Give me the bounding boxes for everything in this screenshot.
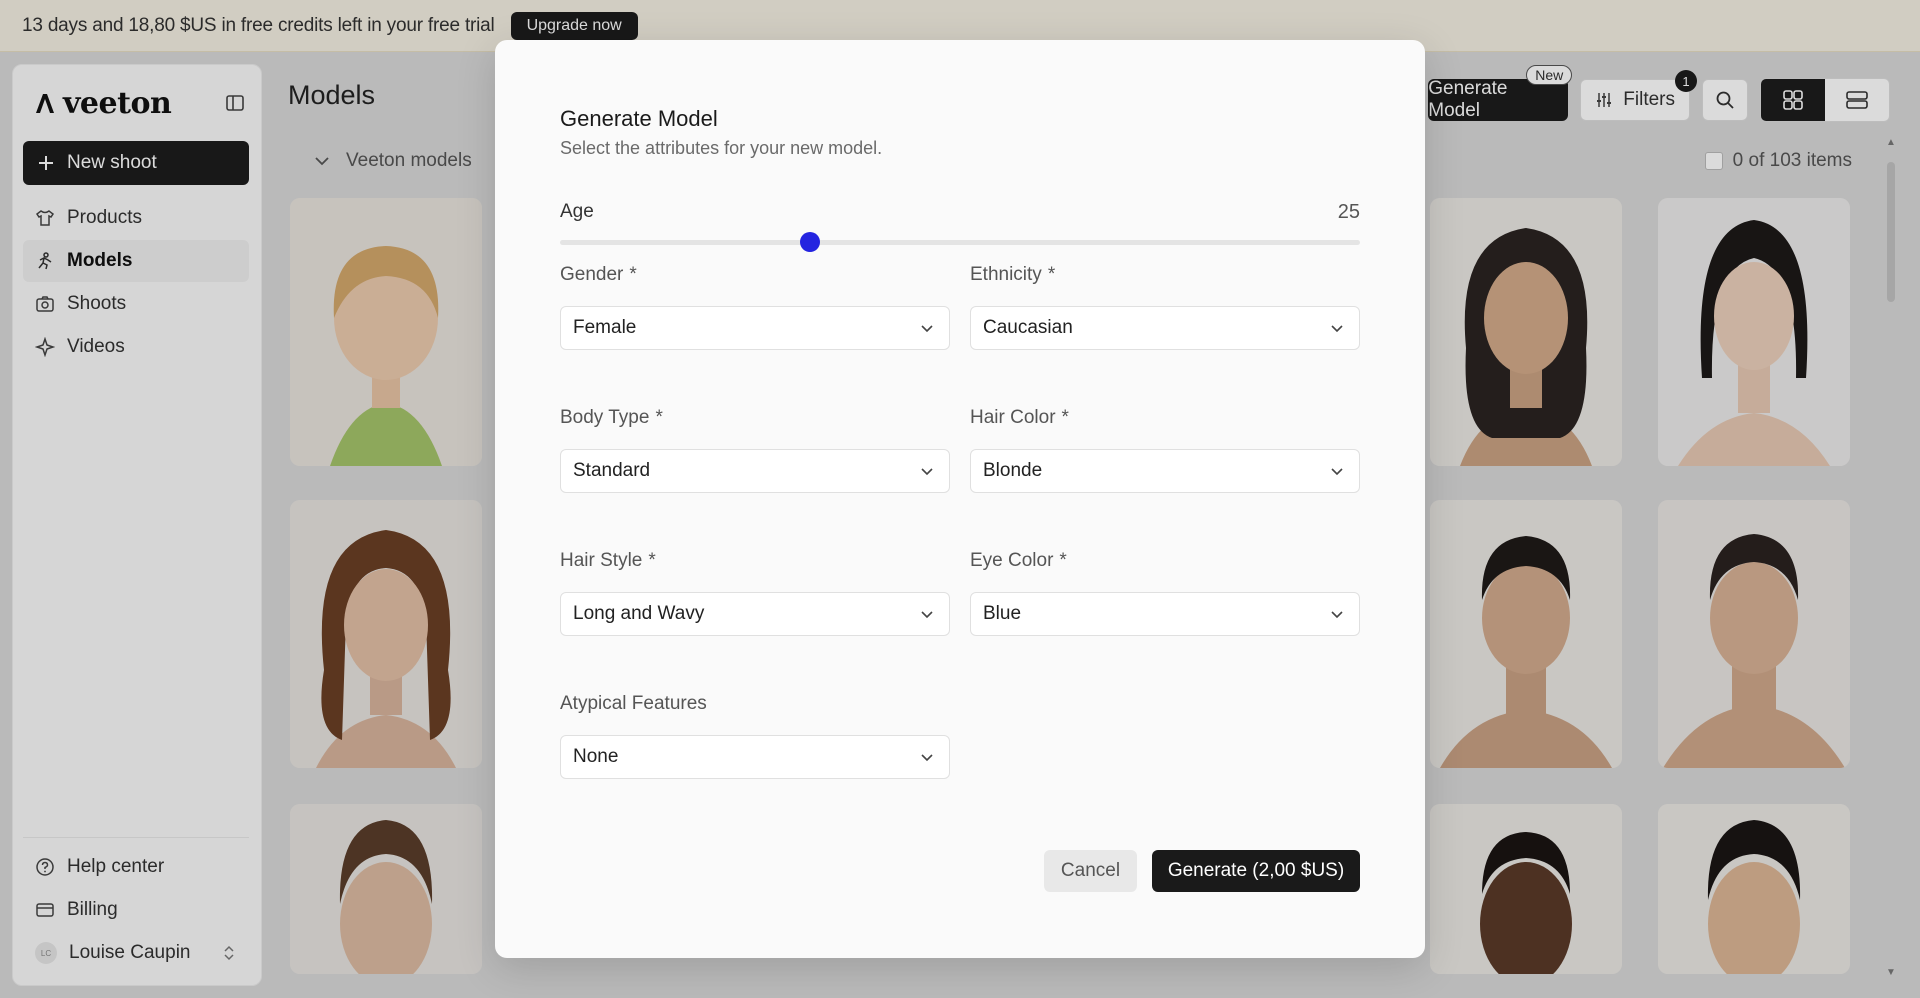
age-slider[interactable] <box>560 232 1360 252</box>
dialog-subtitle: Select the attributes for your new model… <box>560 138 883 158</box>
dialog-title: Generate Model <box>560 106 718 131</box>
chevron-down-icon <box>921 468 933 476</box>
body-type-value: Standard <box>573 460 651 481</box>
atypical-features-label: Atypical Features <box>560 693 707 714</box>
chevron-down-icon <box>1331 325 1343 333</box>
atypical-features-value: None <box>573 746 619 767</box>
body-type-select[interactable]: Standard <box>560 449 950 493</box>
chevron-down-icon <box>1331 468 1343 476</box>
age-value: 25 <box>1337 201 1360 223</box>
ethnicity-label-text: Ethnicity <box>970 264 1042 285</box>
chevron-down-icon <box>921 325 933 333</box>
required-mark: * <box>648 550 656 571</box>
age-label: Age <box>560 201 594 222</box>
required-mark: * <box>655 407 663 428</box>
body-type-label-text: Body Type <box>560 407 650 428</box>
required-mark: * <box>629 264 637 285</box>
atypical-features-select[interactable]: None <box>560 735 950 779</box>
hair-color-label-text: Hair Color <box>970 407 1056 428</box>
eye-color-label: Eye Color * <box>970 550 1067 572</box>
hair-style-label-text: Hair Style <box>560 550 643 571</box>
chevron-down-icon <box>921 611 933 619</box>
body-type-label: Body Type * <box>560 407 663 429</box>
required-mark: * <box>1047 264 1056 285</box>
gender-value: Female <box>573 317 637 338</box>
ethnicity-select[interactable]: Caucasian <box>970 306 1360 350</box>
generate-button[interactable]: Generate (2,00 $US) <box>1152 850 1360 892</box>
eye-color-label-text: Eye Color <box>970 550 1054 571</box>
ethnicity-label: Ethnicity * <box>970 264 1055 286</box>
hair-style-value: Long and Wavy <box>573 603 705 624</box>
gender-label-text: Gender <box>560 264 624 285</box>
ethnicity-value: Caucasian <box>983 317 1073 338</box>
hair-color-label: Hair Color * <box>970 407 1069 429</box>
eye-color-select[interactable]: Blue <box>970 592 1360 636</box>
gender-select[interactable]: Female <box>560 306 950 350</box>
hair-color-value: Blonde <box>983 460 1043 481</box>
chevron-down-icon <box>1331 611 1343 619</box>
chevron-down-icon <box>921 754 933 762</box>
hair-style-label: Hair Style * <box>560 550 656 572</box>
gender-label: Gender * <box>560 264 637 286</box>
required-mark: * <box>1059 550 1067 571</box>
eye-color-value: Blue <box>983 603 1022 624</box>
generate-model-dialog: Generate Model Select the attributes for… <box>495 40 1425 958</box>
hair-color-select[interactable]: Blonde <box>970 449 1360 493</box>
hair-style-select[interactable]: Long and Wavy <box>560 592 950 636</box>
age-slider-thumb[interactable] <box>800 232 820 252</box>
cancel-button[interactable]: Cancel <box>1044 850 1137 892</box>
required-mark: * <box>1061 407 1069 428</box>
